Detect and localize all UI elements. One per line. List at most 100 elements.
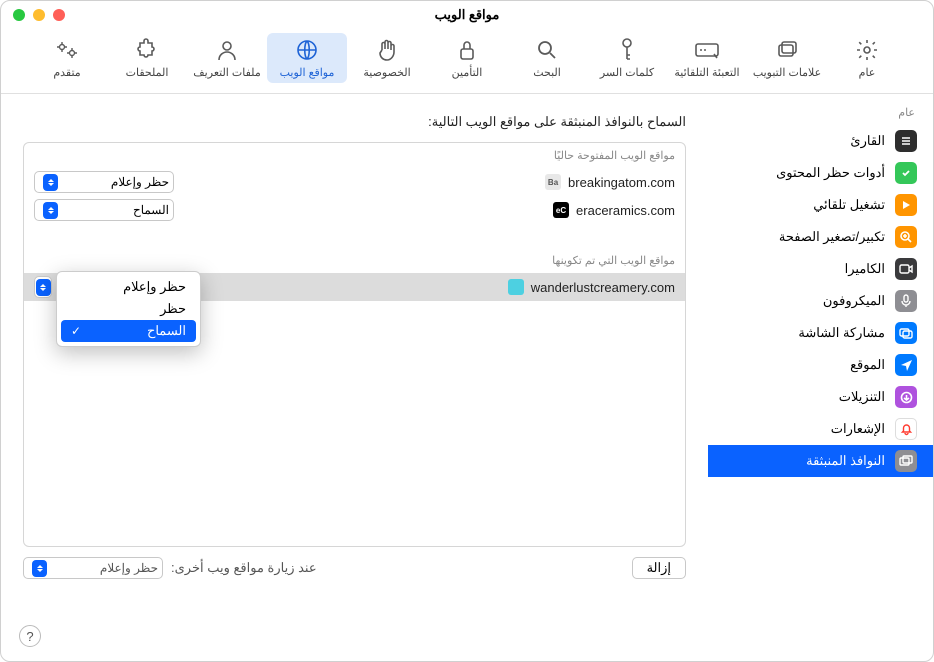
zoom-icon xyxy=(895,226,917,248)
popup-permission-select[interactable]: السماح xyxy=(34,199,174,221)
sidebar-item-autoplay[interactable]: تشغيل تلقائي xyxy=(708,189,933,221)
maximize-window-button[interactable] xyxy=(13,9,25,21)
lock-icon xyxy=(454,37,480,63)
toolbar-label: علامات التبويب xyxy=(753,66,821,79)
toolbar-tab-general[interactable]: عام xyxy=(827,33,907,83)
favicon-icon: eC xyxy=(553,202,569,218)
sidebar-item-camera[interactable]: الكاميرا xyxy=(708,253,933,285)
stepper-arrows-icon xyxy=(43,202,58,219)
sidebar-item-label: النوافذ المنبثقة xyxy=(806,453,885,469)
toolbar-label: الخصوصية xyxy=(363,66,410,79)
profile-icon xyxy=(214,37,240,63)
permission-dropdown-menu: حظر وإعلام حظر السماح xyxy=(56,271,201,347)
sidebar-item-screen-sharing[interactable]: مشاركة الشاشة xyxy=(708,317,933,349)
sidebar-item-label: مشاركة الشاشة xyxy=(798,325,885,341)
key-icon xyxy=(614,37,640,63)
sidebar-item-location[interactable]: الموقع xyxy=(708,349,933,381)
window-controls xyxy=(13,9,65,21)
toolbar-tab-search[interactable]: البحث xyxy=(507,33,587,83)
dropdown-option-block[interactable]: حظر xyxy=(61,298,196,320)
select-value: السماح xyxy=(133,203,169,217)
select-value: حظر وإعلام xyxy=(100,561,158,575)
toolbar-tab-privacy[interactable]: الخصوصية xyxy=(347,33,427,83)
sidebar-item-reader[interactable]: القارئ xyxy=(708,125,933,157)
visit-other-select[interactable]: حظر وإعلام xyxy=(23,557,163,579)
site-row[interactable]: Ba breakingatom.com حظر وإعلام xyxy=(24,168,685,196)
site-row[interactable]: eC eraceramics.com السماح xyxy=(24,196,685,224)
toolbar-label: كلمات السر xyxy=(600,66,654,79)
toolbar-tab-profiles[interactable]: ملفات التعريف xyxy=(187,33,267,83)
dropdown-option-allow[interactable]: السماح xyxy=(61,320,196,342)
download-icon xyxy=(895,386,917,408)
stepper-arrows-icon xyxy=(36,279,51,296)
popup-setting-title: السماح بالنوافذ المنبثقة على مواقع الويب… xyxy=(23,114,686,130)
toolbar-tab-extensions[interactable]: الملحقات xyxy=(107,33,187,83)
websites-sidebar: عام القارئ أدوات حظر المحتوى تشغيل تلقائ… xyxy=(708,94,933,662)
screen-share-icon xyxy=(895,322,917,344)
shield-check-icon xyxy=(895,162,917,184)
toolbar-tab-autofill[interactable]: التعبئة التلقائية xyxy=(667,33,747,83)
site-domain: breakingatom.com xyxy=(568,175,675,190)
reader-icon xyxy=(895,130,917,152)
site-domain: eraceramics.com xyxy=(576,203,675,218)
toolbar-label: الملحقات xyxy=(126,66,169,79)
toolbar-tab-security[interactable]: التأمين xyxy=(427,33,507,83)
select-value: حظر وإعلام xyxy=(111,175,169,189)
stepper-arrows-icon xyxy=(32,560,47,577)
sidebar-item-label: أدوات حظر المحتوى xyxy=(776,165,885,181)
toolbar-label: مواقع الويب xyxy=(280,66,335,79)
sidebar-item-label: الميكروفون xyxy=(823,293,885,309)
sidebar-item-microphone[interactable]: الميكروفون xyxy=(708,285,933,317)
section-currently-open: مواقع الويب المفتوحة حاليًا xyxy=(24,143,685,168)
sidebar-item-content-blockers[interactable]: أدوات حظر المحتوى xyxy=(708,157,933,189)
window-title: مواقع الويب xyxy=(435,7,500,23)
toolbar-label: ملفات التعريف xyxy=(193,66,260,79)
remove-button[interactable]: إزالة xyxy=(632,557,686,579)
camera-icon xyxy=(895,258,917,280)
popup-permission-select[interactable]: حظر وإعلام xyxy=(34,171,174,193)
bell-icon xyxy=(895,418,917,440)
sidebar-item-notifications[interactable]: الإشعارات xyxy=(708,413,933,445)
sidebar-item-label: الإشعارات xyxy=(831,421,885,437)
main-pane: السماح بالنوافذ المنبثقة على مواقع الويب… xyxy=(1,94,708,662)
toolbar-label: التأمين xyxy=(452,66,483,79)
bottom-bar: إزالة عند زيارة مواقع ويب أخرى: حظر وإعل… xyxy=(23,557,686,579)
close-window-button[interactable] xyxy=(53,9,65,21)
minimize-window-button[interactable] xyxy=(33,9,45,21)
section-configured: مواقع الويب التي تم تكوينها xyxy=(24,248,685,273)
toolbar-tab-websites[interactable]: مواقع الويب xyxy=(267,33,347,83)
play-icon xyxy=(895,194,917,216)
visit-other-label: عند زيارة مواقع ويب أخرى: xyxy=(171,560,317,576)
toolbar-tab-passwords[interactable]: كلمات السر xyxy=(587,33,667,83)
sidebar-item-label: تكبير/تصغير الصفحة xyxy=(779,229,885,245)
sidebar-item-page-zoom[interactable]: تكبير/تصغير الصفحة xyxy=(708,221,933,253)
sidebar-item-popups[interactable]: النوافذ المنبثقة xyxy=(708,445,933,477)
cogs-icon xyxy=(54,37,80,63)
site-info: eC eraceramics.com xyxy=(553,202,675,218)
help-button[interactable]: ? xyxy=(19,625,41,647)
toolbar-tab-advanced[interactable]: متقدم xyxy=(27,33,107,83)
sidebar-item-label: الموقع xyxy=(850,357,885,373)
preferences-toolbar: عام علامات التبويب التعبئة التلقائية كلم… xyxy=(1,29,933,93)
titlebar: مواقع الويب xyxy=(1,1,933,29)
sidebar-item-label: تشغيل تلقائي xyxy=(813,197,885,213)
site-info: wanderlustcreamery.com xyxy=(508,279,675,295)
tabs-icon xyxy=(774,37,800,63)
popup-permission-select[interactable] xyxy=(34,276,52,298)
sidebar-item-downloads[interactable]: التنزيلات xyxy=(708,381,933,413)
favicon-icon xyxy=(508,279,524,295)
microphone-icon xyxy=(895,290,917,312)
toolbar-label: متقدم xyxy=(53,66,80,79)
autofill-icon xyxy=(694,37,720,63)
dropdown-option-block-notify[interactable]: حظر وإعلام xyxy=(61,276,196,298)
toolbar-label: البحث xyxy=(533,66,561,79)
sidebar-item-label: القارئ xyxy=(850,133,885,149)
globe-icon xyxy=(294,37,320,63)
visit-other-sites-setting: عند زيارة مواقع ويب أخرى: حظر وإعلام xyxy=(23,557,317,579)
sidebar-item-label: التنزيلات xyxy=(839,389,885,405)
toolbar-tab-tabs[interactable]: علامات التبويب xyxy=(747,33,827,83)
sidebar-item-label: الكاميرا xyxy=(845,261,885,277)
site-info: Ba breakingatom.com xyxy=(545,174,675,190)
sidebar-section-header: عام xyxy=(708,102,933,125)
location-icon xyxy=(895,354,917,376)
